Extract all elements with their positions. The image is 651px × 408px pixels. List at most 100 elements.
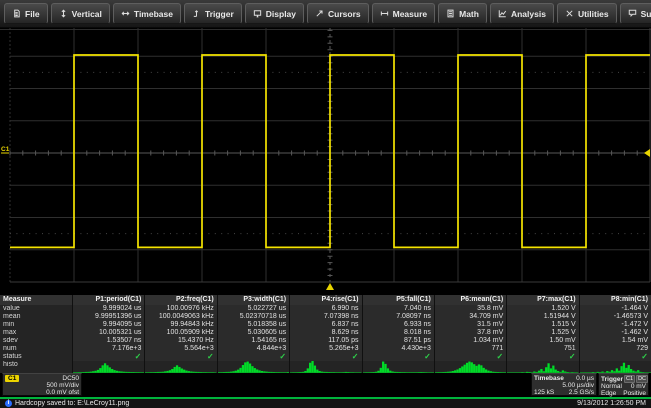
- measure-value-p5: 7.040 ns: [362, 305, 434, 313]
- measure-value-p7: 1.520 V: [506, 305, 578, 313]
- measure-sdev-p8: 1.54 mV: [579, 337, 651, 345]
- status-bar: i Hardcopy saved to: E:\LeCroy11.png 9/1…: [0, 397, 651, 408]
- trigger-mode: Normal: [601, 383, 622, 390]
- menu-item-label: Support: [641, 9, 651, 19]
- timebase-delay: 0.0 µs: [576, 375, 594, 382]
- channel-zero-marker-c1[interactable]: C1: [1, 146, 10, 153]
- measure-histogram-p5: [362, 361, 434, 373]
- measure-min-p7: 1.515 V: [506, 321, 578, 329]
- status-message: Hardcopy saved to: E:\LeCroy11.png: [15, 400, 129, 407]
- clock: 9/13/2012 1:26:50 PM: [577, 400, 646, 407]
- measure-mean-p6: 34.709 mV: [434, 313, 506, 321]
- measure-histogram-p1: [72, 361, 144, 373]
- caliper-icon: [380, 9, 389, 18]
- measure-num-p8: 729: [579, 345, 651, 353]
- measure-value-p4: 6.990 ns: [289, 305, 361, 313]
- measure-mean-p3: 5.02370718 us: [217, 313, 289, 321]
- measure-max-p6: 37.8 mV: [434, 329, 506, 337]
- trigger-edge-icon: [192, 9, 201, 18]
- timebase-scale: 5.00 µs/div: [562, 382, 594, 389]
- trigger-label: Trigger: [601, 376, 623, 383]
- menu-item-utilities[interactable]: Utilities: [557, 3, 617, 24]
- menu-item-label: Timebase: [134, 9, 173, 19]
- measure-col-header-p3[interactable]: P3:width(C1): [217, 295, 289, 305]
- measure-col-header-p7[interactable]: P7:max(C1): [506, 295, 578, 305]
- measure-status-p6: ✓: [434, 353, 506, 361]
- measure-status-p2: ✓: [144, 353, 216, 361]
- measure-col-header-p5[interactable]: P5:fall(C1): [362, 295, 434, 305]
- measure-min-p6: 31.5 mV: [434, 321, 506, 329]
- graticule: C1: [0, 28, 651, 295]
- measure-max-p4: 8.629 ns: [289, 329, 361, 337]
- measure-row-label-sdev: sdev: [0, 337, 72, 345]
- channel-badge-c1[interactable]: C1: [5, 375, 19, 382]
- menu-item-trigger[interactable]: Trigger: [184, 3, 242, 24]
- measure-num-p5: 4.430e+3: [362, 345, 434, 353]
- menu-item-vertical[interactable]: Vertical: [51, 3, 110, 24]
- trigger-source-chip: C1: [624, 375, 635, 383]
- measure-sdev-p6: 1.034 mV: [434, 337, 506, 345]
- menu-item-label: Trigger: [205, 9, 234, 19]
- menu-item-label: Utilities: [578, 9, 609, 19]
- measure-value-p6: 35.8 mV: [434, 305, 506, 313]
- measure-status-p1: ✓: [72, 353, 144, 361]
- menu-item-file[interactable]: File: [4, 3, 48, 24]
- measure-status-p8: ✓: [579, 353, 651, 361]
- measure-histogram-p4: [289, 361, 361, 373]
- channel-offset: 0.0 mV ofst: [46, 389, 79, 396]
- menu-item-display[interactable]: Display: [245, 3, 304, 24]
- measure-mean-p5: 7.08097 ns: [362, 313, 434, 321]
- measure-histogram-p8: [579, 361, 651, 373]
- measure-row-label-value: value: [0, 305, 72, 313]
- measure-row-label-num: num: [0, 345, 72, 353]
- measure-mean-p2: 100.0049063 kHz: [144, 313, 216, 321]
- menu-item-timebase[interactable]: Timebase: [113, 3, 181, 24]
- cursor-arrow-icon: [315, 9, 324, 18]
- measure-col-header-p6[interactable]: P6:mean(C1): [434, 295, 506, 305]
- menu-item-measure[interactable]: Measure: [372, 3, 436, 24]
- measure-value-p2: 100.00976 kHz: [144, 305, 216, 313]
- measure-row-label-max: max: [0, 329, 72, 337]
- oscilloscope-app: FileVertical Timebase Trigger Display Cursor…: [0, 0, 651, 408]
- measure-max-p3: 5.030605 us: [217, 329, 289, 337]
- timebase-rate: 2.5 GS/s: [569, 389, 594, 396]
- measure-histogram-p2: [144, 361, 216, 373]
- measure-status-p3: ✓: [217, 353, 289, 361]
- trigger-type: Edge: [601, 390, 616, 397]
- channel-scale: 500 mV/div: [46, 382, 79, 389]
- measure-sdev-p5: 87.51 ps: [362, 337, 434, 345]
- menu-item-label: Math: [459, 9, 479, 19]
- measure-status-p5: ✓: [362, 353, 434, 361]
- measure-col-header-p4[interactable]: P4:rise(C1): [289, 295, 361, 305]
- measure-col-header-p8[interactable]: P8:min(C1): [579, 295, 651, 305]
- measure-col-header-p1[interactable]: P1:period(C1): [72, 295, 144, 305]
- measure-max-p8: -1.462 V: [579, 329, 651, 337]
- menu-item-label: Analysis: [511, 9, 546, 19]
- measure-col-header-p2[interactable]: P2:freq(C1): [144, 295, 216, 305]
- utilities-cross-icon: [565, 9, 574, 18]
- file-icon: [12, 9, 21, 18]
- menu-item-cursors[interactable]: Cursors: [307, 3, 369, 24]
- menu-item-label: Display: [266, 9, 296, 19]
- info-icon: i: [5, 400, 12, 407]
- menu-item-math[interactable]: Math: [438, 3, 487, 24]
- measure-histogram-p7: [506, 361, 578, 373]
- measure-sdev-p1: 1.53507 ns: [72, 337, 144, 345]
- measure-min-p4: 6.837 ns: [289, 321, 361, 329]
- measure-status-p7: ✓: [506, 353, 578, 361]
- menu-item-analysis[interactable]: Analysis: [490, 3, 554, 24]
- measure-row-label-status: status: [0, 353, 72, 361]
- measure-num-p6: 771: [434, 345, 506, 353]
- channel-descriptor-c1[interactable]: C1 DC50 500 mV/div 0.0 mV ofst: [2, 373, 82, 396]
- timebase-descriptor[interactable]: Timebase 0.0 µs 5.00 µs/div 125 kS 2.5 G…: [531, 373, 597, 396]
- menu-item-support[interactable]: Support: [620, 3, 651, 24]
- measure-max-p2: 100.05909 kHz: [144, 329, 216, 337]
- measure-histogram-p3: [217, 361, 289, 373]
- measure-mean-p8: -1.46573 V: [579, 313, 651, 321]
- measure-value-p8: -1.464 V: [579, 305, 651, 313]
- analysis-chart-icon: [498, 9, 507, 18]
- speech-bubble-icon: [628, 9, 637, 18]
- trigger-descriptor[interactable]: Trigger C1 DC Normal 0 mV Edge Positive: [598, 373, 649, 396]
- measure-num-p2: 5.564e+3: [144, 345, 216, 353]
- measure-row-label-histo: histo: [0, 361, 72, 373]
